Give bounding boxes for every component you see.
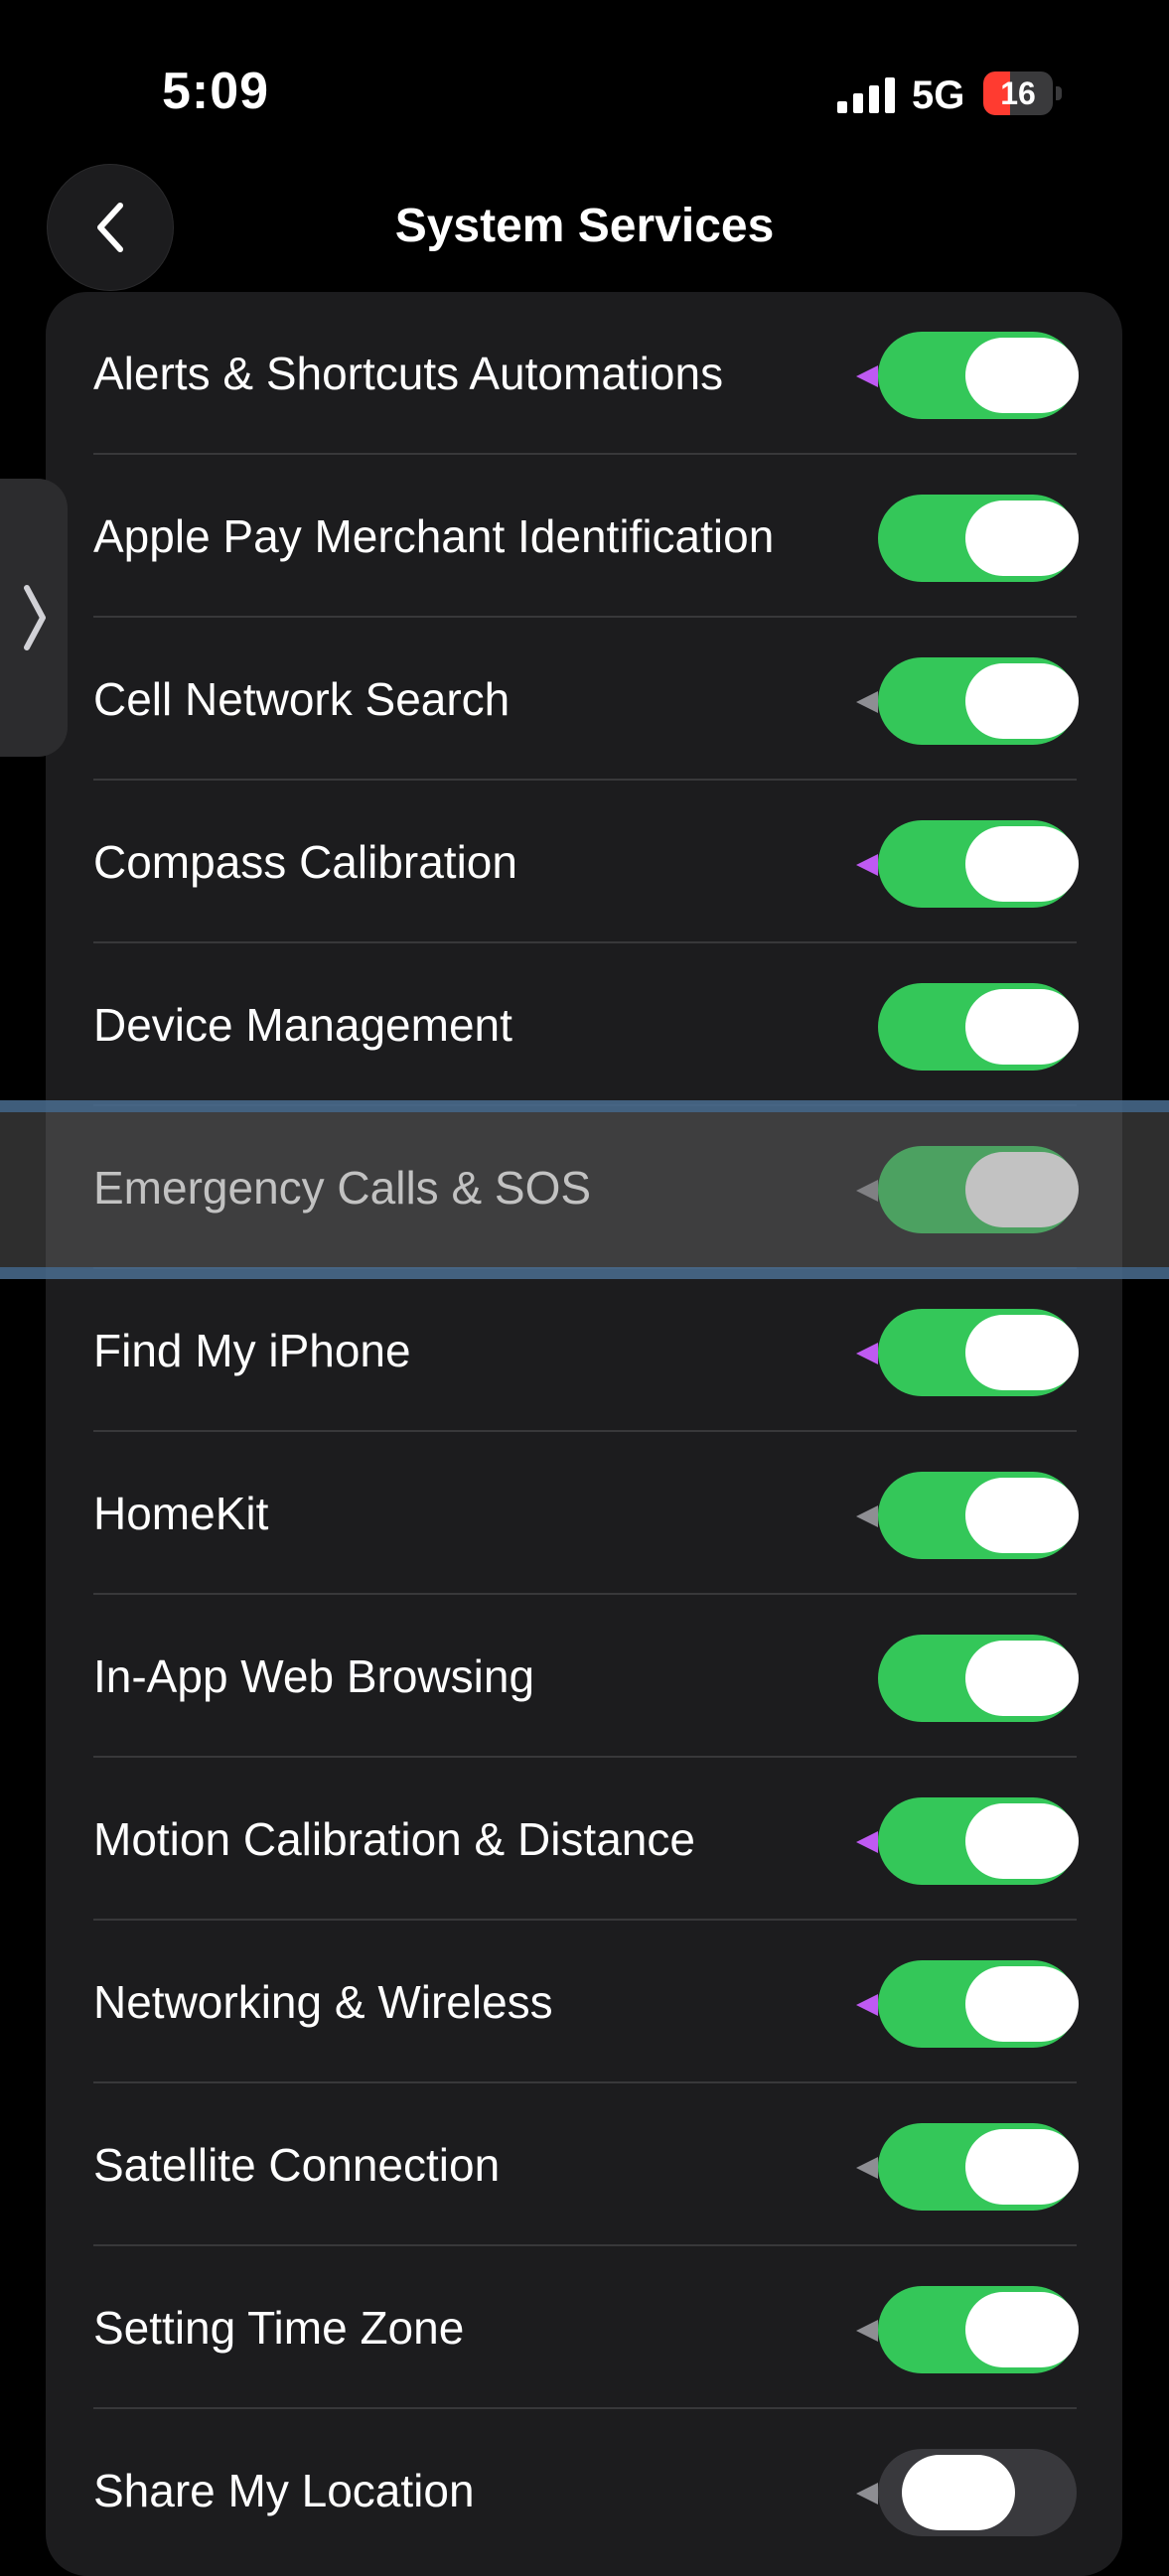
service-label: Apple Pay Merchant Identification	[93, 510, 775, 562]
service-label: Satellite Connection	[93, 2139, 501, 2191]
service-row: Networking & Wireless	[46, 1921, 1122, 2083]
service-toggle[interactable]	[878, 657, 1079, 745]
service-label: Motion Calibration & Distance	[93, 1813, 695, 1865]
battery-body: 16	[983, 72, 1053, 115]
toggle-knob	[965, 2292, 1079, 2367]
side-panel-tab[interactable]	[0, 479, 68, 757]
status-time: 5:09	[162, 63, 270, 120]
service-toggle[interactable]	[878, 332, 1079, 419]
toggle-knob	[965, 1315, 1079, 1390]
service-label: Setting Time Zone	[93, 2302, 465, 2354]
service-toggle[interactable]	[878, 1635, 1079, 1722]
service-toggle[interactable]	[878, 1797, 1079, 1885]
location-arrow-icon	[856, 854, 878, 876]
service-label: HomeKit	[93, 1488, 269, 1539]
service-row: Satellite Connection	[46, 2083, 1122, 2246]
toggle-knob	[965, 1641, 1079, 1716]
service-row: Alerts & Shortcuts Automations	[46, 292, 1122, 455]
service-row: Setting Time Zone	[46, 2246, 1122, 2409]
service-toggle[interactable]	[878, 495, 1079, 582]
location-arrow-icon	[856, 1505, 878, 1527]
toggle-knob	[965, 1478, 1079, 1553]
location-arrow-icon	[856, 2320, 878, 2342]
service-label: Find My iPhone	[93, 1325, 411, 1376]
service-toggle[interactable]	[878, 2123, 1079, 2211]
battery-level: 16	[1000, 75, 1036, 111]
network-type-label: 5G	[912, 73, 965, 117]
service-row: Apple Pay Merchant Identification	[46, 455, 1122, 618]
toggle-knob	[965, 663, 1079, 739]
location-arrow-icon	[856, 2157, 878, 2179]
service-label: Device Management	[93, 999, 512, 1051]
service-row: Compass Calibration	[46, 781, 1122, 943]
service-row: In-App Web Browsing	[46, 1595, 1122, 1758]
service-toggle[interactable]	[878, 1309, 1079, 1396]
toggle-knob	[965, 501, 1079, 576]
service-toggle[interactable]	[878, 1472, 1079, 1559]
service-row: HomeKit	[46, 1432, 1122, 1595]
service-toggle[interactable]	[878, 2286, 1079, 2373]
service-label: Cell Network Search	[93, 673, 511, 725]
battery-tip	[1056, 86, 1062, 100]
service-row: Find My iPhone	[46, 1269, 1122, 1432]
service-label: Share My Location	[93, 2465, 475, 2516]
location-arrow-icon	[856, 1831, 878, 1853]
location-arrow-icon	[856, 365, 878, 387]
toggle-knob	[965, 2129, 1079, 2205]
service-row: Device Management	[46, 943, 1122, 1106]
cellular-signal-icon	[837, 77, 895, 113]
service-label: Compass Calibration	[93, 836, 517, 888]
location-arrow-icon	[856, 1994, 878, 2016]
page-title: System Services	[394, 200, 775, 252]
toggle-knob	[965, 989, 1079, 1065]
service-label: Alerts & Shortcuts Automations	[93, 348, 724, 399]
location-arrow-icon	[856, 691, 878, 713]
service-toggle[interactable]	[878, 1960, 1079, 2048]
toggle-knob	[965, 826, 1079, 902]
toggle-knob	[965, 1966, 1079, 2042]
service-toggle[interactable]	[878, 1146, 1079, 1233]
service-row: Motion Calibration & Distance	[46, 1758, 1122, 1921]
status-bar: 5:09 5G 16	[0, 0, 1169, 189]
service-label: In-App Web Browsing	[93, 1650, 535, 1702]
toggle-knob	[965, 1152, 1079, 1227]
toggle-knob	[965, 338, 1079, 413]
battery-icon: 16	[983, 72, 1063, 115]
service-toggle[interactable]	[878, 983, 1079, 1071]
service-toggle[interactable]	[878, 820, 1079, 908]
service-row: Emergency Calls & SOS	[46, 1106, 1122, 1269]
service-row: Share My Location	[46, 2409, 1122, 2572]
location-arrow-icon	[856, 2483, 878, 2504]
toggle-knob	[965, 1803, 1079, 1879]
chevron-right-icon	[24, 585, 46, 650]
service-label: Emergency Calls & SOS	[93, 1162, 592, 1214]
toggle-knob	[902, 2455, 1015, 2530]
location-arrow-icon	[856, 1343, 878, 1364]
location-arrow-icon	[856, 1180, 878, 1202]
service-toggle[interactable]	[878, 2449, 1077, 2536]
service-label: Networking & Wireless	[93, 1976, 553, 2028]
service-row: Cell Network Search	[46, 618, 1122, 781]
